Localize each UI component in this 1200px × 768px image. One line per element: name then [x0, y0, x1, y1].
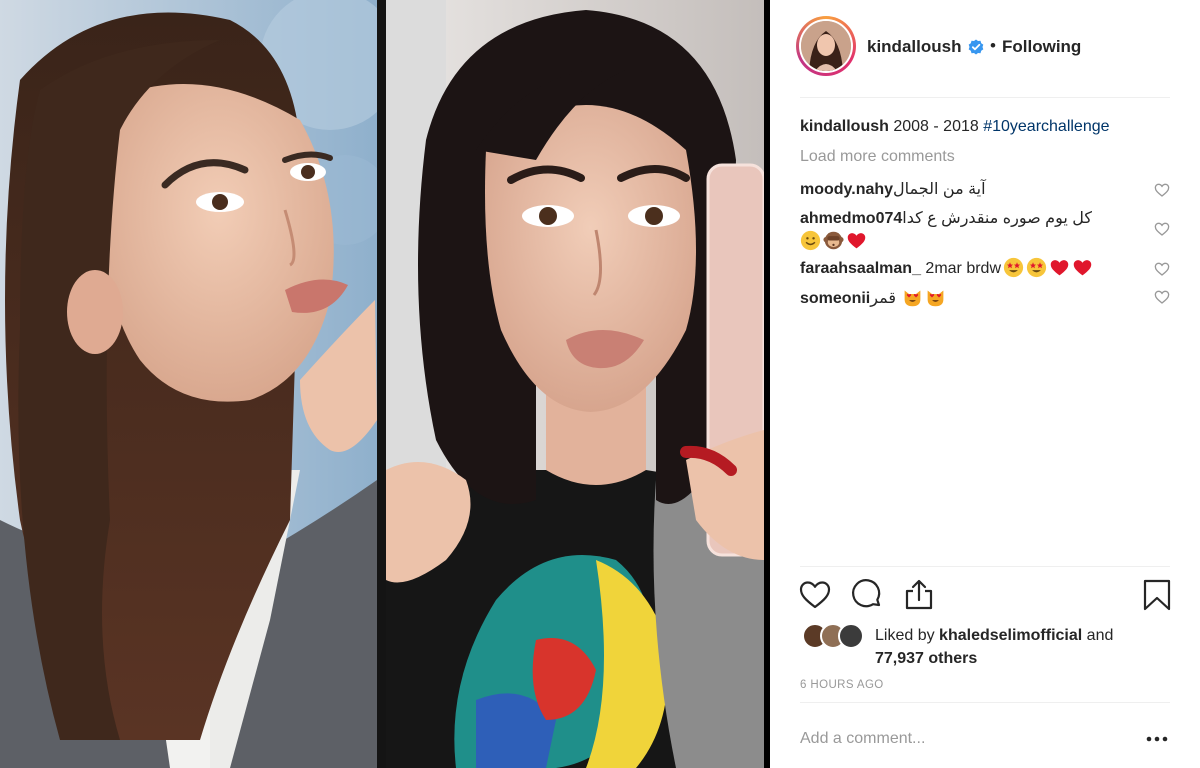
profile-avatar[interactable]	[796, 16, 856, 76]
comment-username[interactable]: someonii	[800, 290, 870, 307]
post-header: kindalloush • Following	[770, 0, 1200, 98]
avatar-portrait-icon	[801, 21, 851, 71]
likes-others-count[interactable]: 77,937 others	[875, 650, 977, 667]
comment-item: faraahsaalman_ 2mar brdw	[800, 257, 1170, 280]
verified-badge-icon	[968, 39, 984, 55]
speech-bubble-icon[interactable]	[850, 578, 884, 612]
see-no-evil-monkey-emoji	[823, 231, 844, 250]
comment-text: كل يوم صوره منقدرش ع كدا	[902, 210, 1097, 227]
load-more-comments-button[interactable]: Load more comments	[800, 148, 1170, 166]
caption-text: 2008 - 2018	[888, 118, 984, 135]
star-struck-emoji	[1026, 257, 1047, 278]
face-with-smile-emoji	[800, 230, 821, 251]
comment-like-heart-icon[interactable]	[1154, 261, 1170, 277]
photo-panel-2018	[386, 0, 764, 768]
red-heart-emoji	[1073, 260, 1092, 276]
comment-like-heart-icon[interactable]	[1154, 289, 1170, 305]
bookmark-icon[interactable]	[1142, 578, 1172, 612]
comments-list: kindalloush 2008 - 2018 #10yearchallenge…	[800, 116, 1170, 310]
post-side-panel: kindalloush • Following kindalloush 2008…	[770, 0, 1200, 768]
likes-joiner: and	[1082, 627, 1114, 644]
post-actions	[798, 578, 1172, 614]
comment-like-heart-icon[interactable]	[1154, 221, 1170, 237]
likes-text: Liked by khaledselimofficial and 77,937 o…	[875, 624, 1113, 670]
comment-username[interactable]: faraahsaalman_	[800, 260, 921, 277]
photo-divider	[377, 0, 386, 768]
red-heart-emoji	[1050, 260, 1069, 276]
avatar-border	[799, 19, 853, 73]
comment-text: قمر	[870, 290, 901, 307]
comment-text: 2mar brdw	[920, 260, 1001, 277]
comment-like-heart-icon[interactable]	[1154, 182, 1170, 198]
avatar-image	[801, 21, 851, 71]
add-comment-divider	[800, 702, 1170, 703]
comment-username[interactable]: ahmedmo074	[800, 210, 902, 227]
actions-divider	[800, 566, 1170, 567]
liked-by-username[interactable]: khaledselimofficial	[939, 627, 1082, 644]
three-dots-icon[interactable]	[1144, 729, 1170, 749]
post-caption: kindalloush 2008 - 2018 #10yearchallenge	[800, 116, 1170, 138]
header-divider	[800, 97, 1170, 98]
liker-avatars[interactable]	[802, 623, 868, 649]
heart-outline-icon[interactable]	[798, 578, 832, 612]
avatar	[838, 623, 864, 649]
post-photo[interactable]	[0, 0, 770, 768]
comment-username[interactable]: moody.nahy	[800, 181, 893, 198]
star-struck-emoji	[1003, 257, 1024, 278]
likes-prefix: Liked by	[875, 627, 940, 644]
caption-username[interactable]: kindalloush	[800, 118, 889, 135]
comment-item: someonii قمر	[800, 287, 1170, 310]
header-separator: •	[990, 36, 996, 55]
following-button[interactable]: Following	[1002, 37, 1081, 57]
comment-item: ahmedmo074 كل يوم صوره منقدرش ع كدا	[800, 207, 1170, 253]
heart-eyes-cat-emoji	[905, 290, 921, 307]
comment-text: آية من الجمال	[893, 181, 991, 198]
comment-item: moody.nahy آية من الجمال	[800, 178, 1170, 201]
photo-2008-illustration	[0, 0, 377, 768]
photo-panel-2008	[0, 0, 377, 768]
header-username[interactable]: kindalloush	[867, 37, 961, 57]
caption-hashtag[interactable]: #10yearchallenge	[983, 118, 1109, 135]
red-heart-emoji	[847, 233, 866, 249]
share-upload-icon[interactable]	[902, 578, 936, 612]
add-comment-input[interactable]	[800, 728, 1120, 750]
heart-eyes-cat-emoji	[928, 290, 944, 307]
post-timestamp[interactable]: 6 HOURS AGO	[800, 679, 884, 691]
likes-summary: Liked by khaledselimofficial and 77,937 o…	[802, 620, 1172, 667]
photo-2018-illustration	[386, 0, 764, 768]
